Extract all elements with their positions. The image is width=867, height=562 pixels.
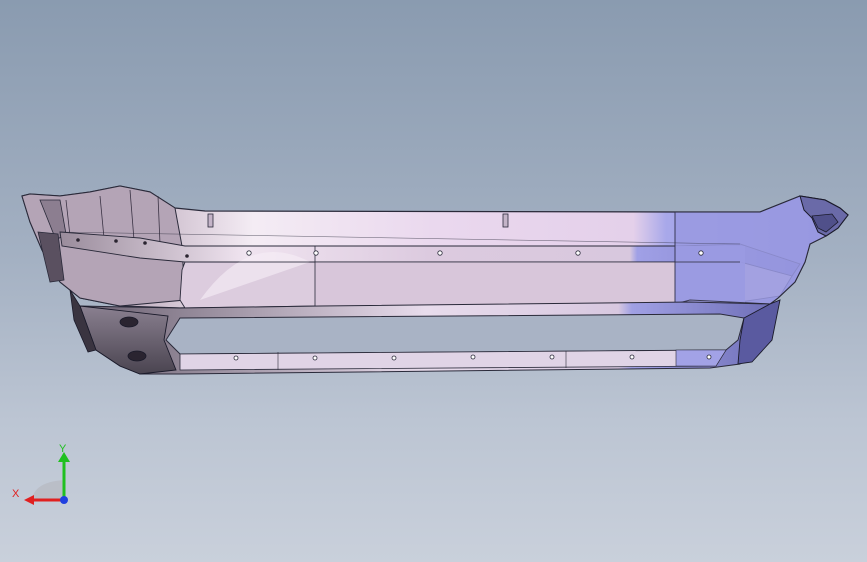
z-axis-indicator (60, 496, 68, 504)
y-axis-label: Y (59, 443, 67, 455)
grille-opening (165, 313, 745, 355)
x-axis-label: X (12, 488, 20, 500)
mount-hole (119, 316, 139, 328)
mount-hole (127, 350, 147, 362)
cad-viewport[interactable]: Y X (0, 0, 867, 562)
orientation-triad[interactable]: Y X (10, 440, 80, 510)
bumper-model-3d-view[interactable] (0, 0, 867, 562)
triad-plane (32, 480, 64, 500)
x-axis-arrowhead (24, 495, 34, 505)
